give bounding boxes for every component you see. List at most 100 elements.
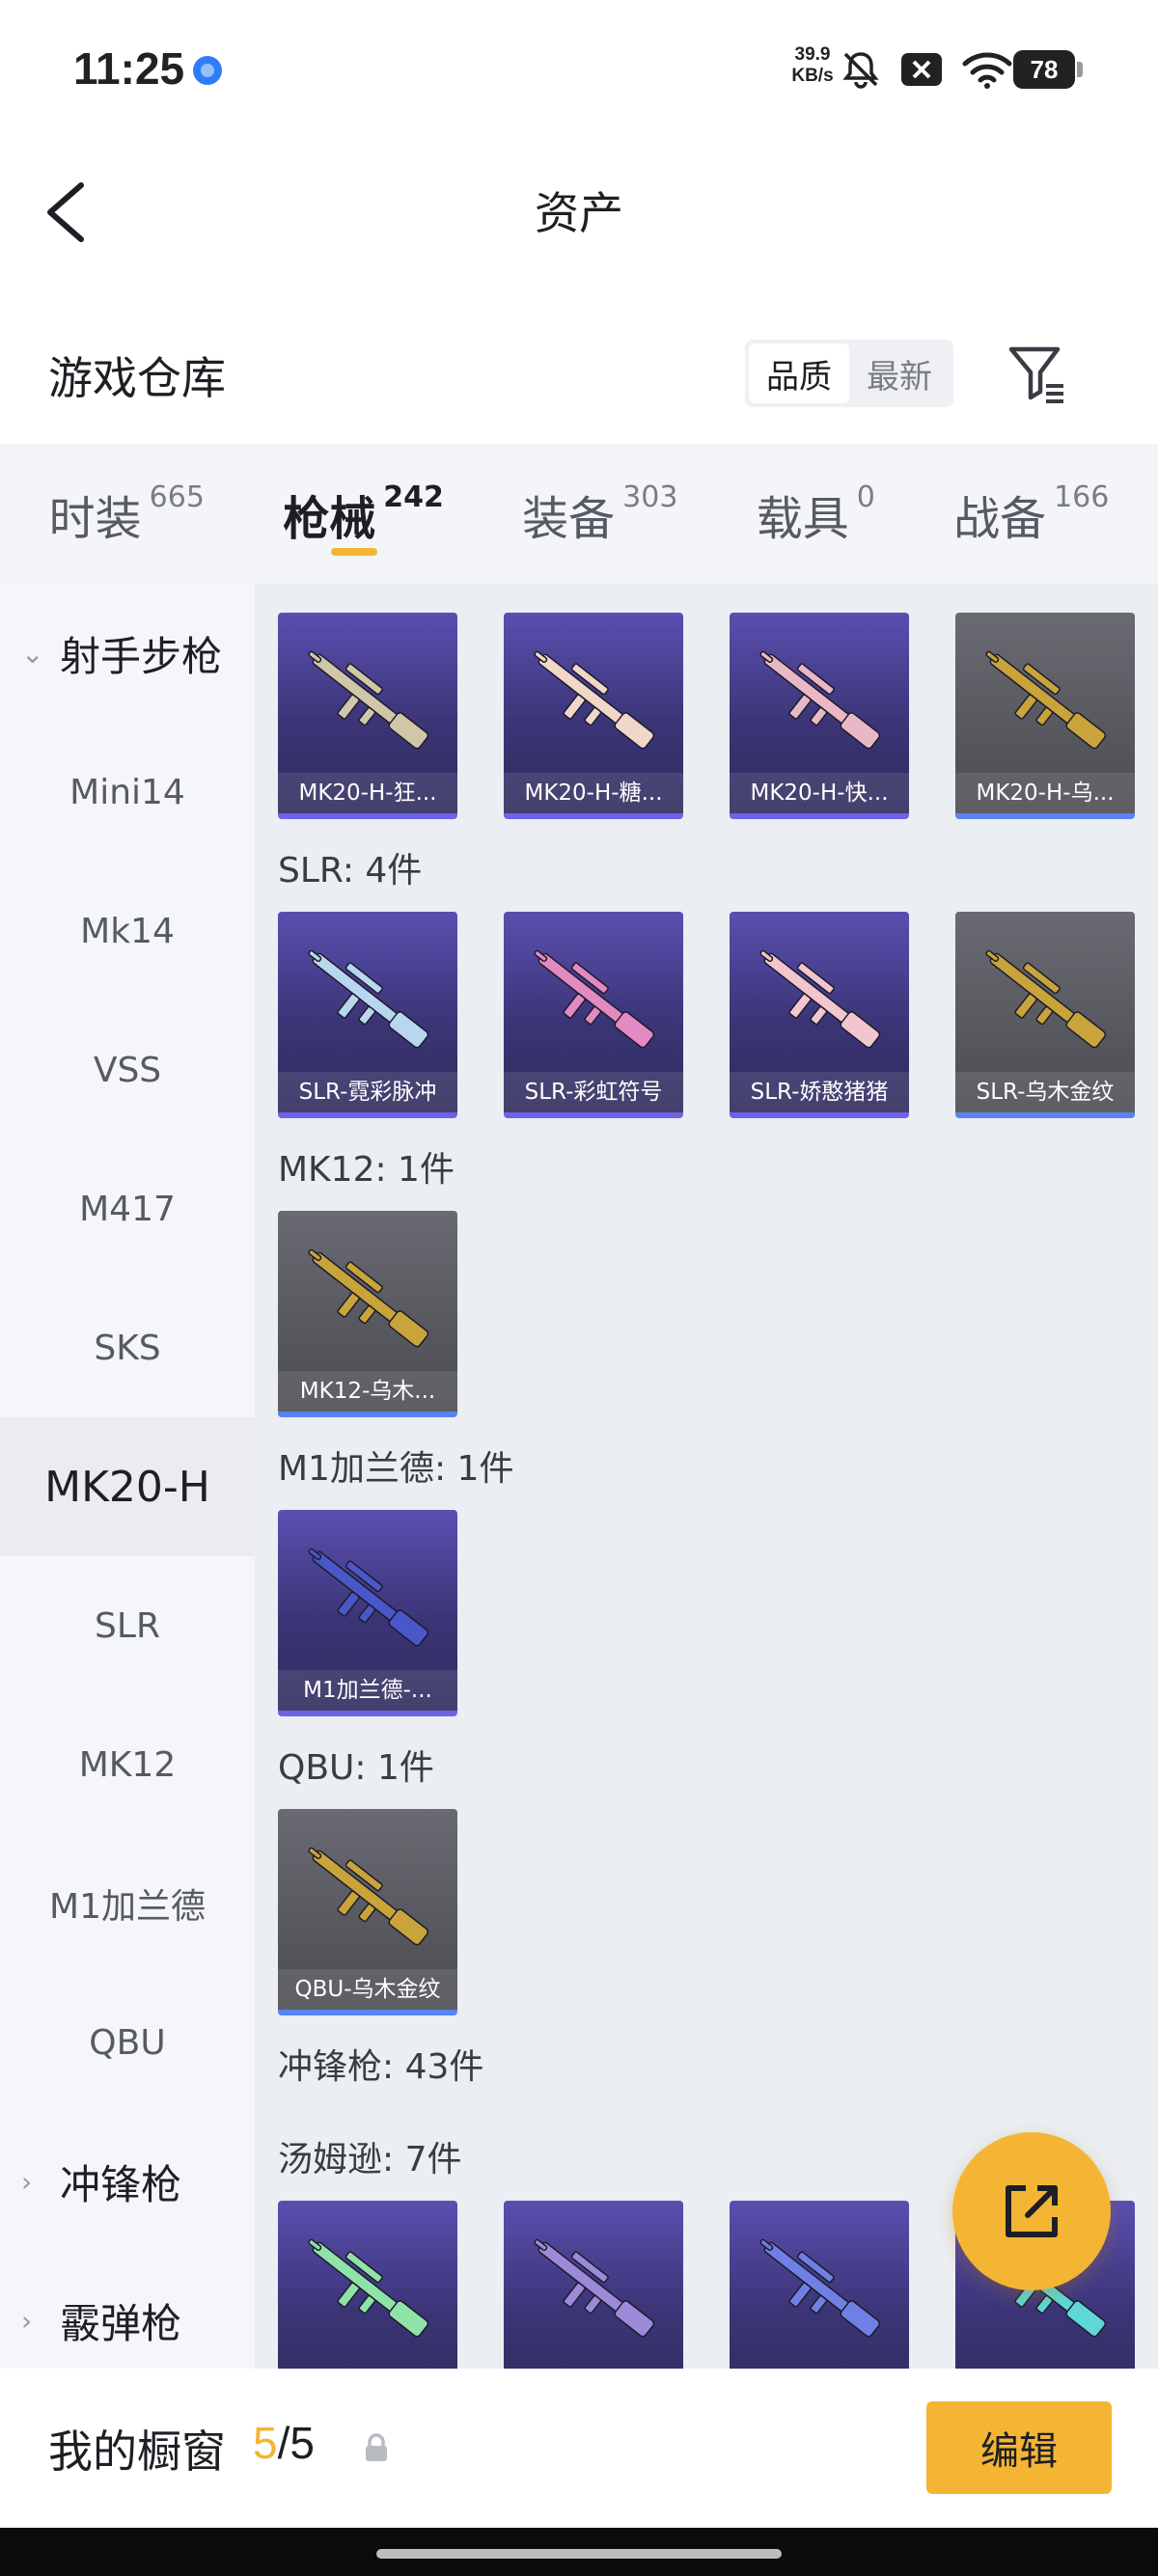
tab-label: 时装 xyxy=(48,491,142,546)
weapon-skin-card[interactable]: SLR-霓彩脉冲 xyxy=(278,912,457,1118)
tab-vehicles[interactable]: 载具 0 xyxy=(757,480,875,548)
category-tabs: 时装 665 枪械 242 装备 303 载具 0 战备 166 xyxy=(0,444,1158,584)
weapon-skin-image xyxy=(308,1248,429,1348)
tab-count: 166 xyxy=(1054,480,1110,514)
weapon-skin-image xyxy=(534,2238,655,2338)
edit-button[interactable]: 编辑 xyxy=(926,2401,1112,2494)
weapon-skin-grid: MK20-H-狂... MK20-H-糖... MK20-H-快... MK20… xyxy=(255,584,1158,2369)
back-button[interactable] xyxy=(39,174,96,251)
page-title: 资产 xyxy=(535,187,623,239)
weapon-skin-image xyxy=(985,949,1107,1049)
weapon-skin-image xyxy=(534,650,655,750)
tab-label: 枪械 xyxy=(283,491,376,546)
sort-option-newest[interactable]: 最新 xyxy=(849,343,950,403)
weapon-skin-card[interactable] xyxy=(730,2201,909,2369)
weapon-skin-name: QBU-乌木金纹 xyxy=(278,1969,457,2010)
sidebar-group-label: 射手步枪 xyxy=(60,632,223,680)
tab-label: 战备 xyxy=(953,491,1047,546)
share-fab[interactable] xyxy=(952,2132,1111,2290)
filter-button[interactable] xyxy=(1004,340,1071,407)
chevron-right-icon: › xyxy=(21,2304,33,2337)
weapon-skin-image xyxy=(759,949,881,1049)
weapon-skin-image xyxy=(308,949,429,1049)
weapon-skin-card[interactable]: MK20-H-糖... xyxy=(504,613,683,819)
sort-toggle: 品质 最新 xyxy=(745,340,953,407)
section-label-smg: 冲锋枪: 43件 xyxy=(278,2047,484,2087)
weapon-skin-name: SLR-彩虹符号 xyxy=(504,1072,683,1112)
weapon-skin-name: MK20-H-乌... xyxy=(955,773,1135,813)
weapon-skin-card[interactable]: SLR-乌木金纹 xyxy=(955,912,1135,1118)
weapon-skin-name: MK12-乌木... xyxy=(278,1371,457,1411)
sidebar-item-slr[interactable]: SLR xyxy=(0,1556,255,1695)
weapon-skin-name: SLR-娇憨猪猪 xyxy=(730,1072,909,1112)
status-time: 11:25 xyxy=(73,43,185,94)
sim-disabled-icon xyxy=(901,53,942,86)
section-label-qbu: QBU: 1件 xyxy=(278,1748,434,1788)
weapon-skin-image xyxy=(759,650,881,750)
mute-bell-icon xyxy=(842,52,879,89)
sidebar-item-sks[interactable]: SKS xyxy=(0,1278,255,1417)
sidebar-group-smg[interactable]: › 冲锋枪 xyxy=(0,2112,255,2251)
home-indicator[interactable] xyxy=(376,2549,782,2559)
weapon-skin-name: MK20-H-狂... xyxy=(278,773,457,813)
network-speed-unit: KB/s xyxy=(791,66,834,86)
sidebar-item-mini14[interactable]: Mini14 xyxy=(0,723,255,862)
tab-equipment[interactable]: 装备 303 xyxy=(522,480,677,548)
showcase-count: 5/5 xyxy=(253,2417,315,2469)
tab-count: 665 xyxy=(149,480,205,514)
weapon-skin-card[interactable]: MK12-乌木... xyxy=(278,1211,457,1417)
chevron-left-icon xyxy=(47,182,84,242)
weapon-skin-image xyxy=(308,1847,429,1946)
sidebar-group-marksman-rifles[interactable]: ⌄ 射手步枪 xyxy=(0,584,255,723)
weapon-skin-image xyxy=(985,650,1107,750)
status-bar: 11:25 39.9 KB/s 78 xyxy=(0,0,1158,135)
tab-gear[interactable]: 战备 166 xyxy=(953,480,1109,548)
grid-row-qbu: QBU-乌木金纹 xyxy=(278,1809,1137,2015)
weapon-skin-card[interactable] xyxy=(504,2201,683,2369)
weapon-skin-name: MK20-H-快... xyxy=(730,773,909,813)
active-tab-indicator xyxy=(331,547,378,556)
app-notification-icon xyxy=(193,56,222,85)
sidebar-item-vss[interactable]: VSS xyxy=(0,1000,255,1139)
weapon-skin-image xyxy=(534,949,655,1049)
chevron-right-icon: › xyxy=(21,2165,33,2198)
weapon-skin-card[interactable] xyxy=(278,2201,457,2369)
sidebar-item-mk20h[interactable]: MK20-H xyxy=(0,1417,255,1556)
weapon-skin-image xyxy=(308,2238,429,2338)
sidebar-item-qbu[interactable]: QBU xyxy=(0,1973,255,2112)
sort-option-quality[interactable]: 品质 xyxy=(749,343,849,403)
sidebar-item-mk12[interactable]: MK12 xyxy=(0,1695,255,1834)
showcase-count-total: /5 xyxy=(277,2418,315,2468)
status-icons xyxy=(840,44,1013,95)
weapon-skin-name: SLR-乌木金纹 xyxy=(955,1072,1135,1112)
tab-label: 装备 xyxy=(522,491,616,546)
sidebar-item-m417[interactable]: M417 xyxy=(0,1139,255,1278)
grid-row-mk20: MK20-H-狂... MK20-H-糖... MK20-H-快... MK20… xyxy=(278,613,1137,819)
section-label-mk12: MK12: 1件 xyxy=(278,1150,455,1190)
weapon-skin-card[interactable]: MK20-H-快... xyxy=(730,613,909,819)
weapon-skin-name: SLR-霓彩脉冲 xyxy=(278,1072,457,1112)
weapon-skin-card[interactable]: SLR-彩虹符号 xyxy=(504,912,683,1118)
weapon-skin-card[interactable]: MK20-H-乌... xyxy=(955,613,1135,819)
sidebar-item-m1-garand[interactable]: M1加兰德 xyxy=(0,1834,255,1973)
weapon-skin-card[interactable]: MK20-H-狂... xyxy=(278,613,457,819)
sidebar-group-label: 冲锋枪 xyxy=(60,2160,182,2208)
weapon-skin-card[interactable]: QBU-乌木金纹 xyxy=(278,1809,457,2015)
external-link-icon xyxy=(1006,2185,1058,2237)
weapon-skin-card[interactable]: SLR-娇憨猪猪 xyxy=(730,912,909,1118)
section-label-slr: SLR: 4件 xyxy=(278,851,423,891)
tab-costumes[interactable]: 时装 665 xyxy=(49,480,205,548)
lock-icon xyxy=(366,2433,387,2461)
weapon-skin-image xyxy=(308,1548,429,1647)
sidebar-item-mk14[interactable]: Mk14 xyxy=(0,862,255,1000)
showcase-count-current: 5 xyxy=(253,2418,278,2468)
weapon-type-sidebar: ⌄ 射手步枪 Mini14 Mk14 VSS M417 SKS MK20-H S… xyxy=(0,584,255,2369)
section-label-m1-garand: M1加兰德: 1件 xyxy=(278,1449,514,1489)
tab-label: 载具 xyxy=(756,491,849,546)
weapon-skin-name: MK20-H-糖... xyxy=(504,773,683,813)
wifi-icon xyxy=(962,52,1012,89)
weapon-skin-card[interactable]: M1加兰德-... xyxy=(278,1510,457,1716)
tab-firearms[interactable]: 枪械 242 xyxy=(283,480,444,556)
weapon-skin-image xyxy=(759,2238,881,2338)
filter-icon xyxy=(1008,346,1063,403)
